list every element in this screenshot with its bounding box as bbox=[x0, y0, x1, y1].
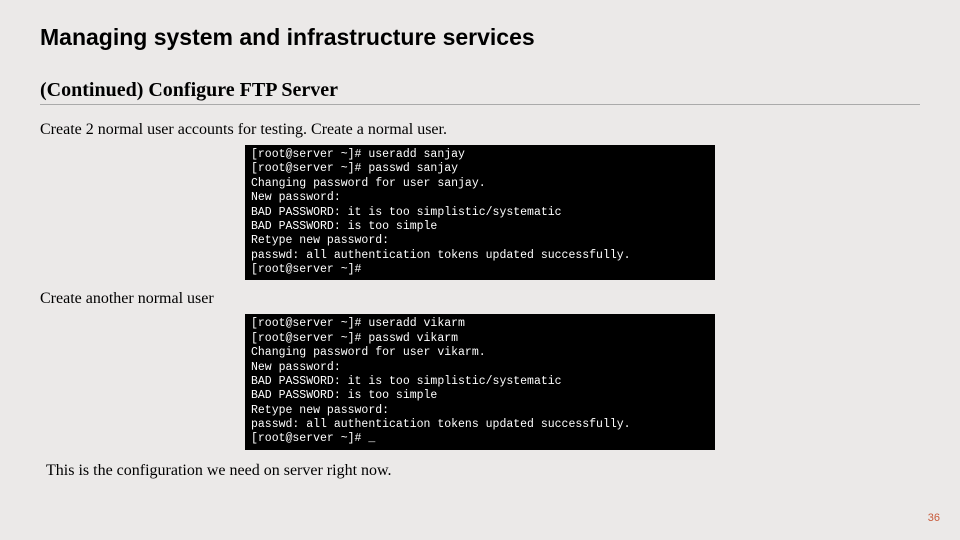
footer-text: This is the configuration we need on ser… bbox=[46, 462, 920, 480]
section-heading: (Continued) Configure FTP Server bbox=[40, 79, 920, 105]
terminal-block-2: [root@server ~]# useradd vikarm [root@se… bbox=[245, 314, 715, 449]
slide-title: Managing system and infrastructure servi… bbox=[40, 24, 920, 51]
terminal-block-1: [root@server ~]# useradd sanjay [root@se… bbox=[245, 145, 715, 280]
body-text-2: Create another normal user bbox=[40, 290, 920, 308]
page-number: 36 bbox=[928, 512, 940, 524]
body-text-1: Create 2 normal user accounts for testin… bbox=[40, 121, 920, 139]
